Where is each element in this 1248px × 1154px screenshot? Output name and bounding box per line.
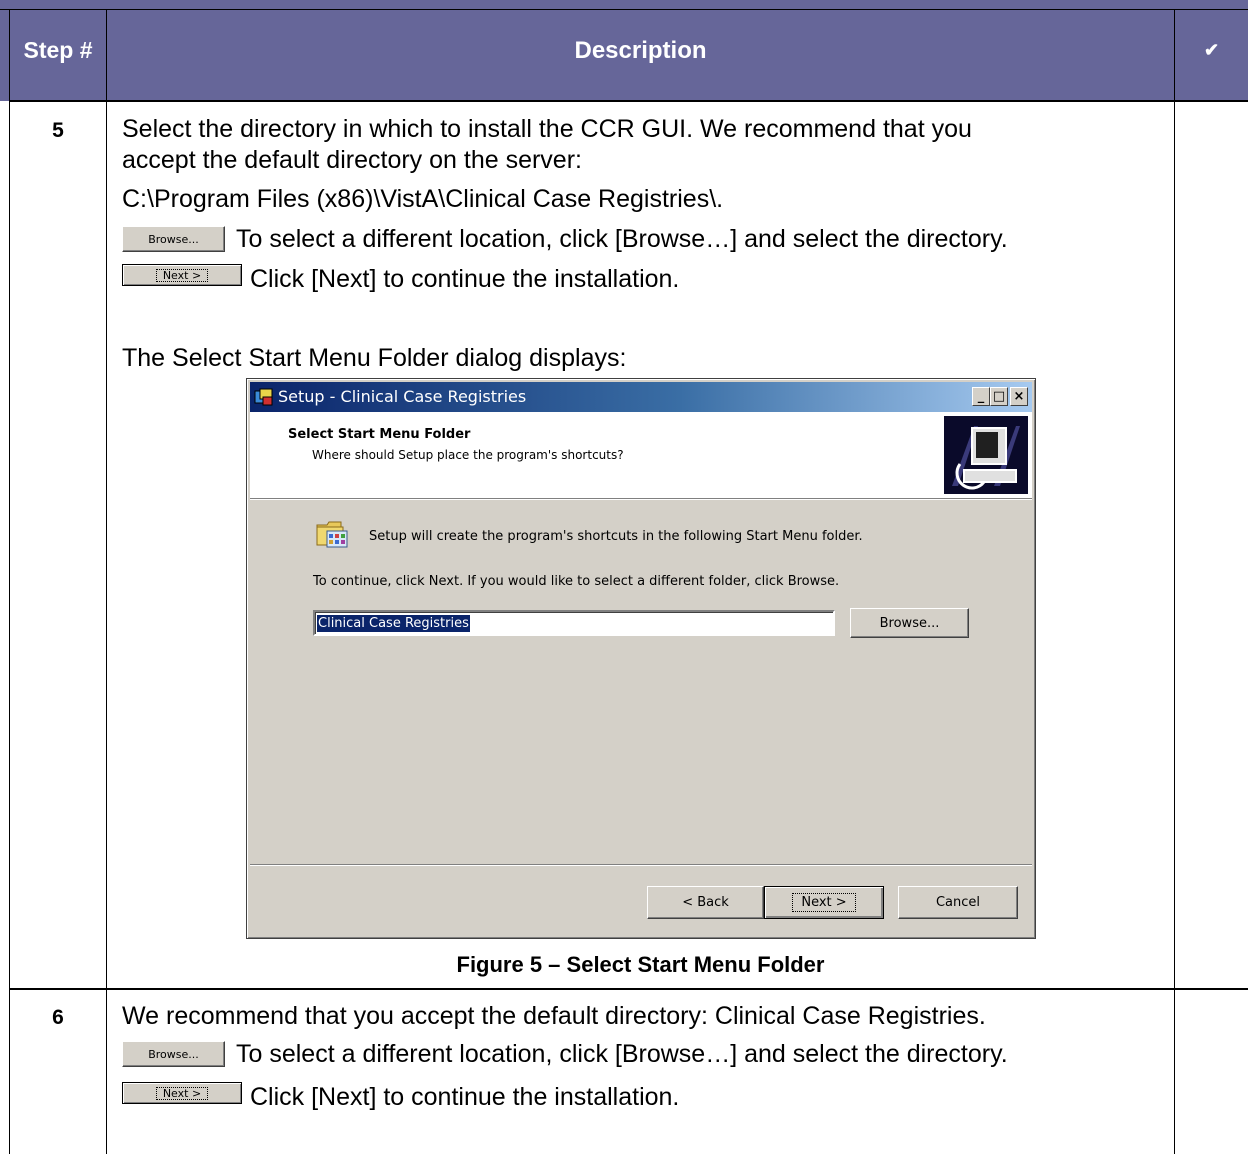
folder-input-value: Clinical Case Registries: [317, 615, 470, 632]
info-text: Setup will create the program's shortcut…: [369, 529, 863, 544]
inline-next-button: Next >: [122, 264, 242, 286]
wizard-header: Select Start Menu Folder Where should Se…: [250, 412, 1032, 499]
setup-dialog: Setup - Clinical Case Registries _ □ × S…: [246, 378, 1036, 939]
next-button-label: Next >: [792, 893, 856, 912]
row6-inline-next-label: Next >: [155, 1086, 209, 1100]
close-button[interactable]: ×: [1010, 387, 1028, 406]
header-step: Step #: [23, 37, 93, 63]
row5-line-browse: To select a different location, click [B…: [236, 225, 1008, 253]
column-divider-1: [106, 9, 107, 1154]
step-number-6: 6: [52, 1006, 64, 1029]
cancel-button[interactable]: Cancel: [898, 886, 1018, 919]
step-number-5: 5: [52, 119, 64, 142]
inline-browse-button: Browse...: [122, 226, 225, 252]
row5-default-path: C:\Program Files (x86)\VistA\Clinical Ca…: [122, 185, 724, 213]
figure-caption: Figure 5 – Select Start Menu Folder: [456, 952, 825, 977]
header-description: Description: [574, 36, 707, 64]
computer-setup-icon: [944, 416, 1028, 494]
next-button[interactable]: Next >: [764, 886, 884, 919]
continue-text: To continue, click Next. If you would li…: [313, 574, 840, 589]
header-bottom-rule: [9, 100, 1248, 102]
column-divider-2: [1174, 9, 1175, 1154]
row5-line-2: accept the default directory on the serv…: [122, 146, 582, 174]
wizard-header-title: Select Start Menu Folder: [288, 427, 471, 442]
table-border-left: [9, 9, 10, 1154]
back-button[interactable]: < Back: [647, 886, 764, 919]
row6-line-next: Click [Next] to continue the installatio…: [250, 1083, 680, 1111]
maximize-button[interactable]: □: [990, 387, 1008, 406]
row6-line-browse: To select a different location, click [B…: [236, 1040, 1008, 1068]
row6-inline-browse-button: Browse...: [122, 1041, 225, 1067]
minimize-button[interactable]: _: [972, 387, 990, 406]
browse-button[interactable]: Browse...: [850, 608, 969, 638]
setup-app-icon: [254, 388, 273, 406]
row6-inline-next-button: Next >: [122, 1082, 242, 1104]
dialog-title: Setup - Clinical Case Registries: [278, 387, 527, 406]
row6-line-1: We recommend that you accept the default…: [122, 1002, 986, 1030]
start-menu-folder-input[interactable]: Clinical Case Registries: [313, 610, 835, 636]
table-border-top: [0, 9, 1248, 10]
row5-line-1: Select the directory in which to install…: [122, 115, 972, 143]
header-check: ✔: [1203, 40, 1220, 60]
wizard-header-subtitle: Where should Setup place the program's s…: [312, 448, 624, 462]
row-divider: [9, 988, 1248, 990]
row5-line-dialog-intro: The Select Start Menu Folder dialog disp…: [122, 344, 627, 372]
button-separator: [250, 864, 1032, 865]
inline-next-label: Next >: [155, 268, 209, 282]
folder-icon: [316, 521, 348, 548]
dialog-titlebar: Setup - Clinical Case Registries _ □ ×: [250, 382, 1032, 412]
row5-line-next: Click [Next] to continue the installatio…: [250, 265, 680, 293]
